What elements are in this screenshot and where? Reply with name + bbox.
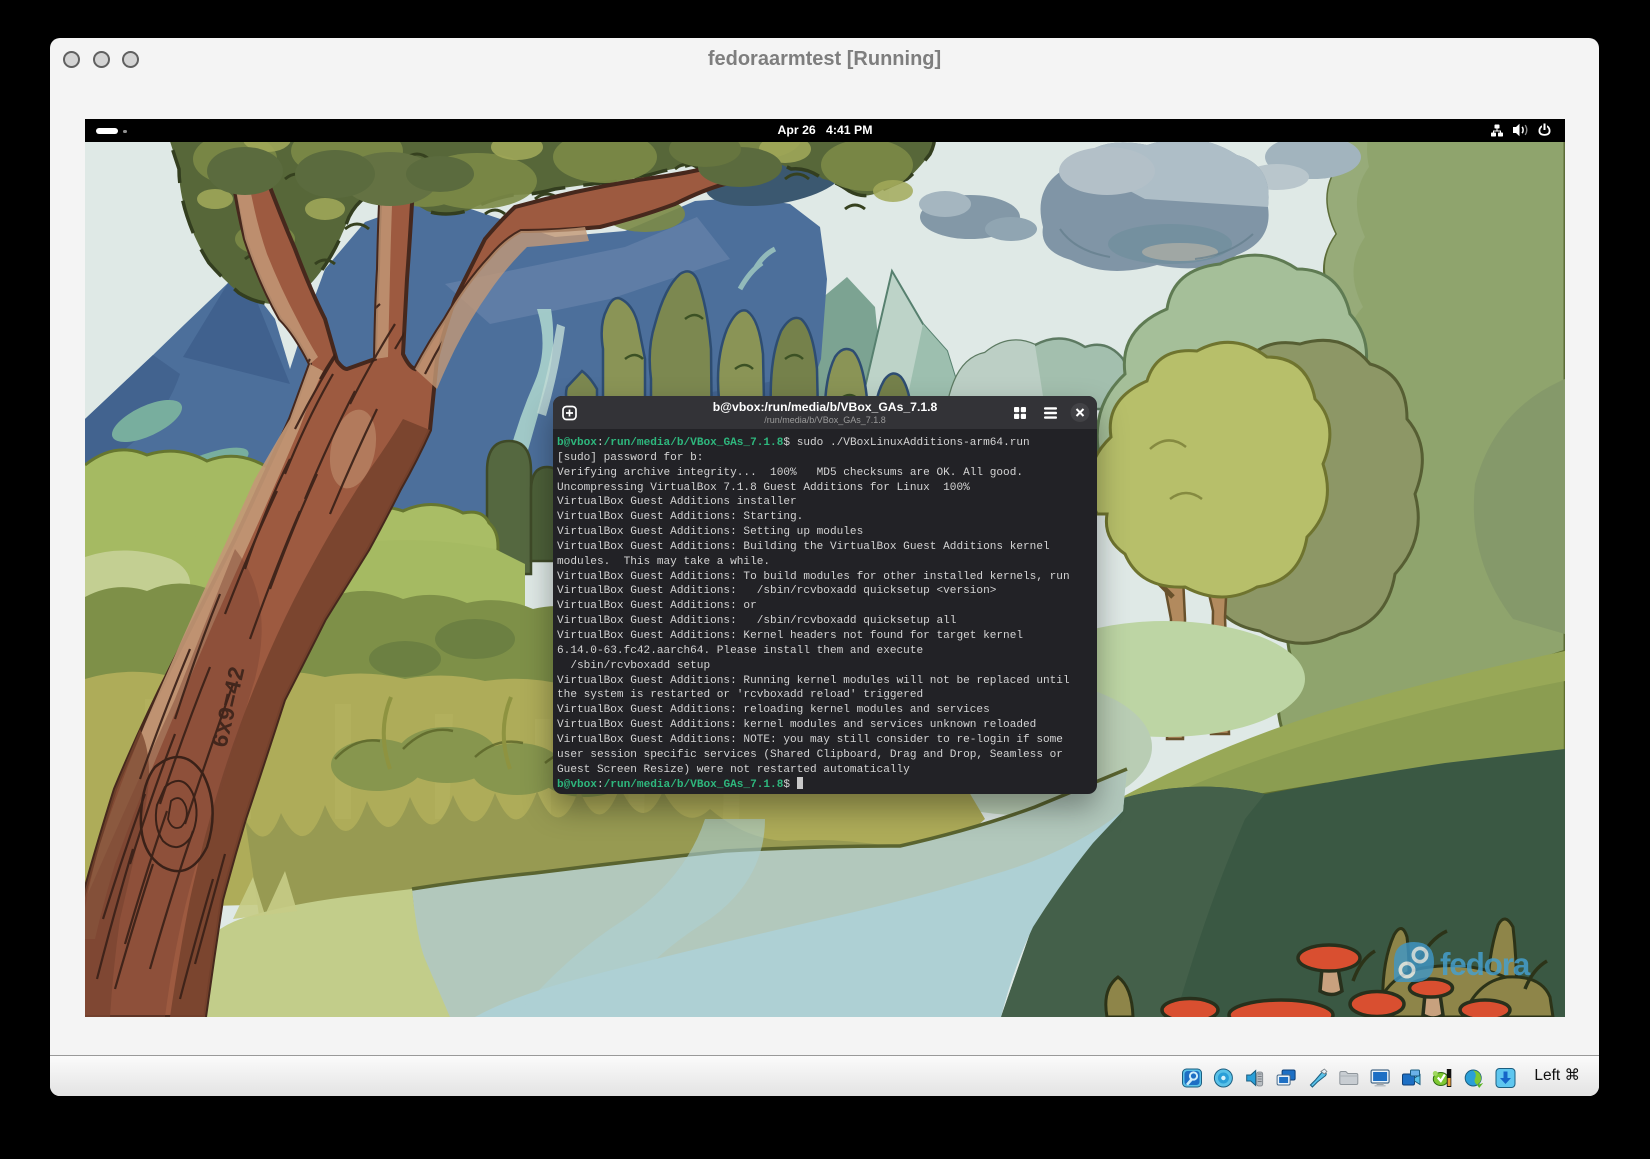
svg-text:fedora: fedora [1440,946,1531,982]
